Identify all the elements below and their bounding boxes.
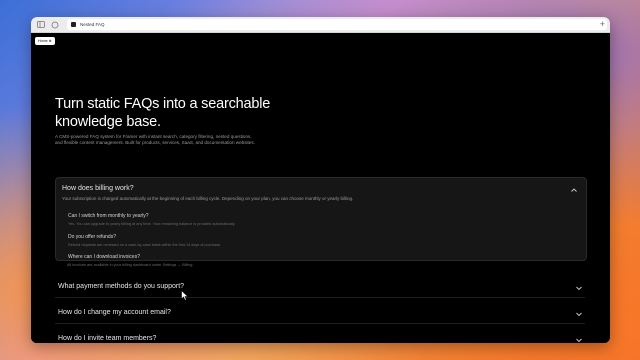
- faq-item-expanded[interactable]: How does billing work? Your subscription…: [55, 177, 587, 261]
- faq-question[interactable]: How do I change my account email?: [58, 309, 171, 316]
- faq-question[interactable]: How does billing work?: [62, 185, 134, 192]
- tab-overview-icon[interactable]: [50, 20, 59, 29]
- nested-faq-answer: Yes. You can upgrade to yearly billing a…: [68, 222, 236, 226]
- faq-question[interactable]: How do I invite team members?: [58, 335, 156, 342]
- faq-item[interactable]: What payment methods do you support?: [55, 277, 585, 298]
- framer-favicon-icon: [71, 22, 76, 27]
- nested-faq-question[interactable]: Do you offer refunds?: [68, 234, 116, 240]
- browser-tab[interactable]: Nested FAQ: [67, 19, 607, 30]
- page-content: Home ⊕ Turn static FAQs into a searchabl…: [31, 33, 610, 343]
- faq-item[interactable]: How do I invite team members?: [55, 329, 585, 343]
- faq-answer: Your subscription is charged automatical…: [62, 196, 354, 201]
- sidebar-toggle-icon[interactable]: [36, 20, 45, 29]
- nested-faq-question[interactable]: Can I switch from monthly to yearly?: [68, 213, 149, 219]
- hero-title: Turn static FAQs into a searchable knowl…: [55, 96, 271, 130]
- chevron-up-icon[interactable]: [570, 186, 578, 194]
- chevron-down-icon[interactable]: [575, 284, 583, 292]
- browser-tab-bar: Nested FAQ +: [31, 17, 610, 33]
- nested-faq-answer: Refund requests are reviewed on a case-b…: [68, 243, 222, 247]
- hero-subtitle: A CMS-powered FAQ system for Framer with…: [55, 134, 255, 145]
- mouse-cursor-icon: [181, 290, 189, 301]
- nested-faq-answer: All invoices are available in your billi…: [67, 263, 194, 267]
- new-tab-icon[interactable]: +: [600, 19, 605, 29]
- chevron-down-icon[interactable]: [575, 310, 583, 318]
- home-button[interactable]: Home ⊕: [35, 37, 55, 45]
- browser-window: Nested FAQ + Home ⊕ Turn static FAQs int…: [31, 17, 610, 343]
- chevron-down-icon[interactable]: [575, 336, 583, 343]
- tab-title: Nested FAQ: [80, 22, 105, 27]
- faq-item[interactable]: How do I change my account email?: [55, 303, 585, 324]
- faq-question[interactable]: What payment methods do you support?: [58, 283, 184, 290]
- nested-faq-question[interactable]: Where can I download invoices?: [68, 254, 140, 260]
